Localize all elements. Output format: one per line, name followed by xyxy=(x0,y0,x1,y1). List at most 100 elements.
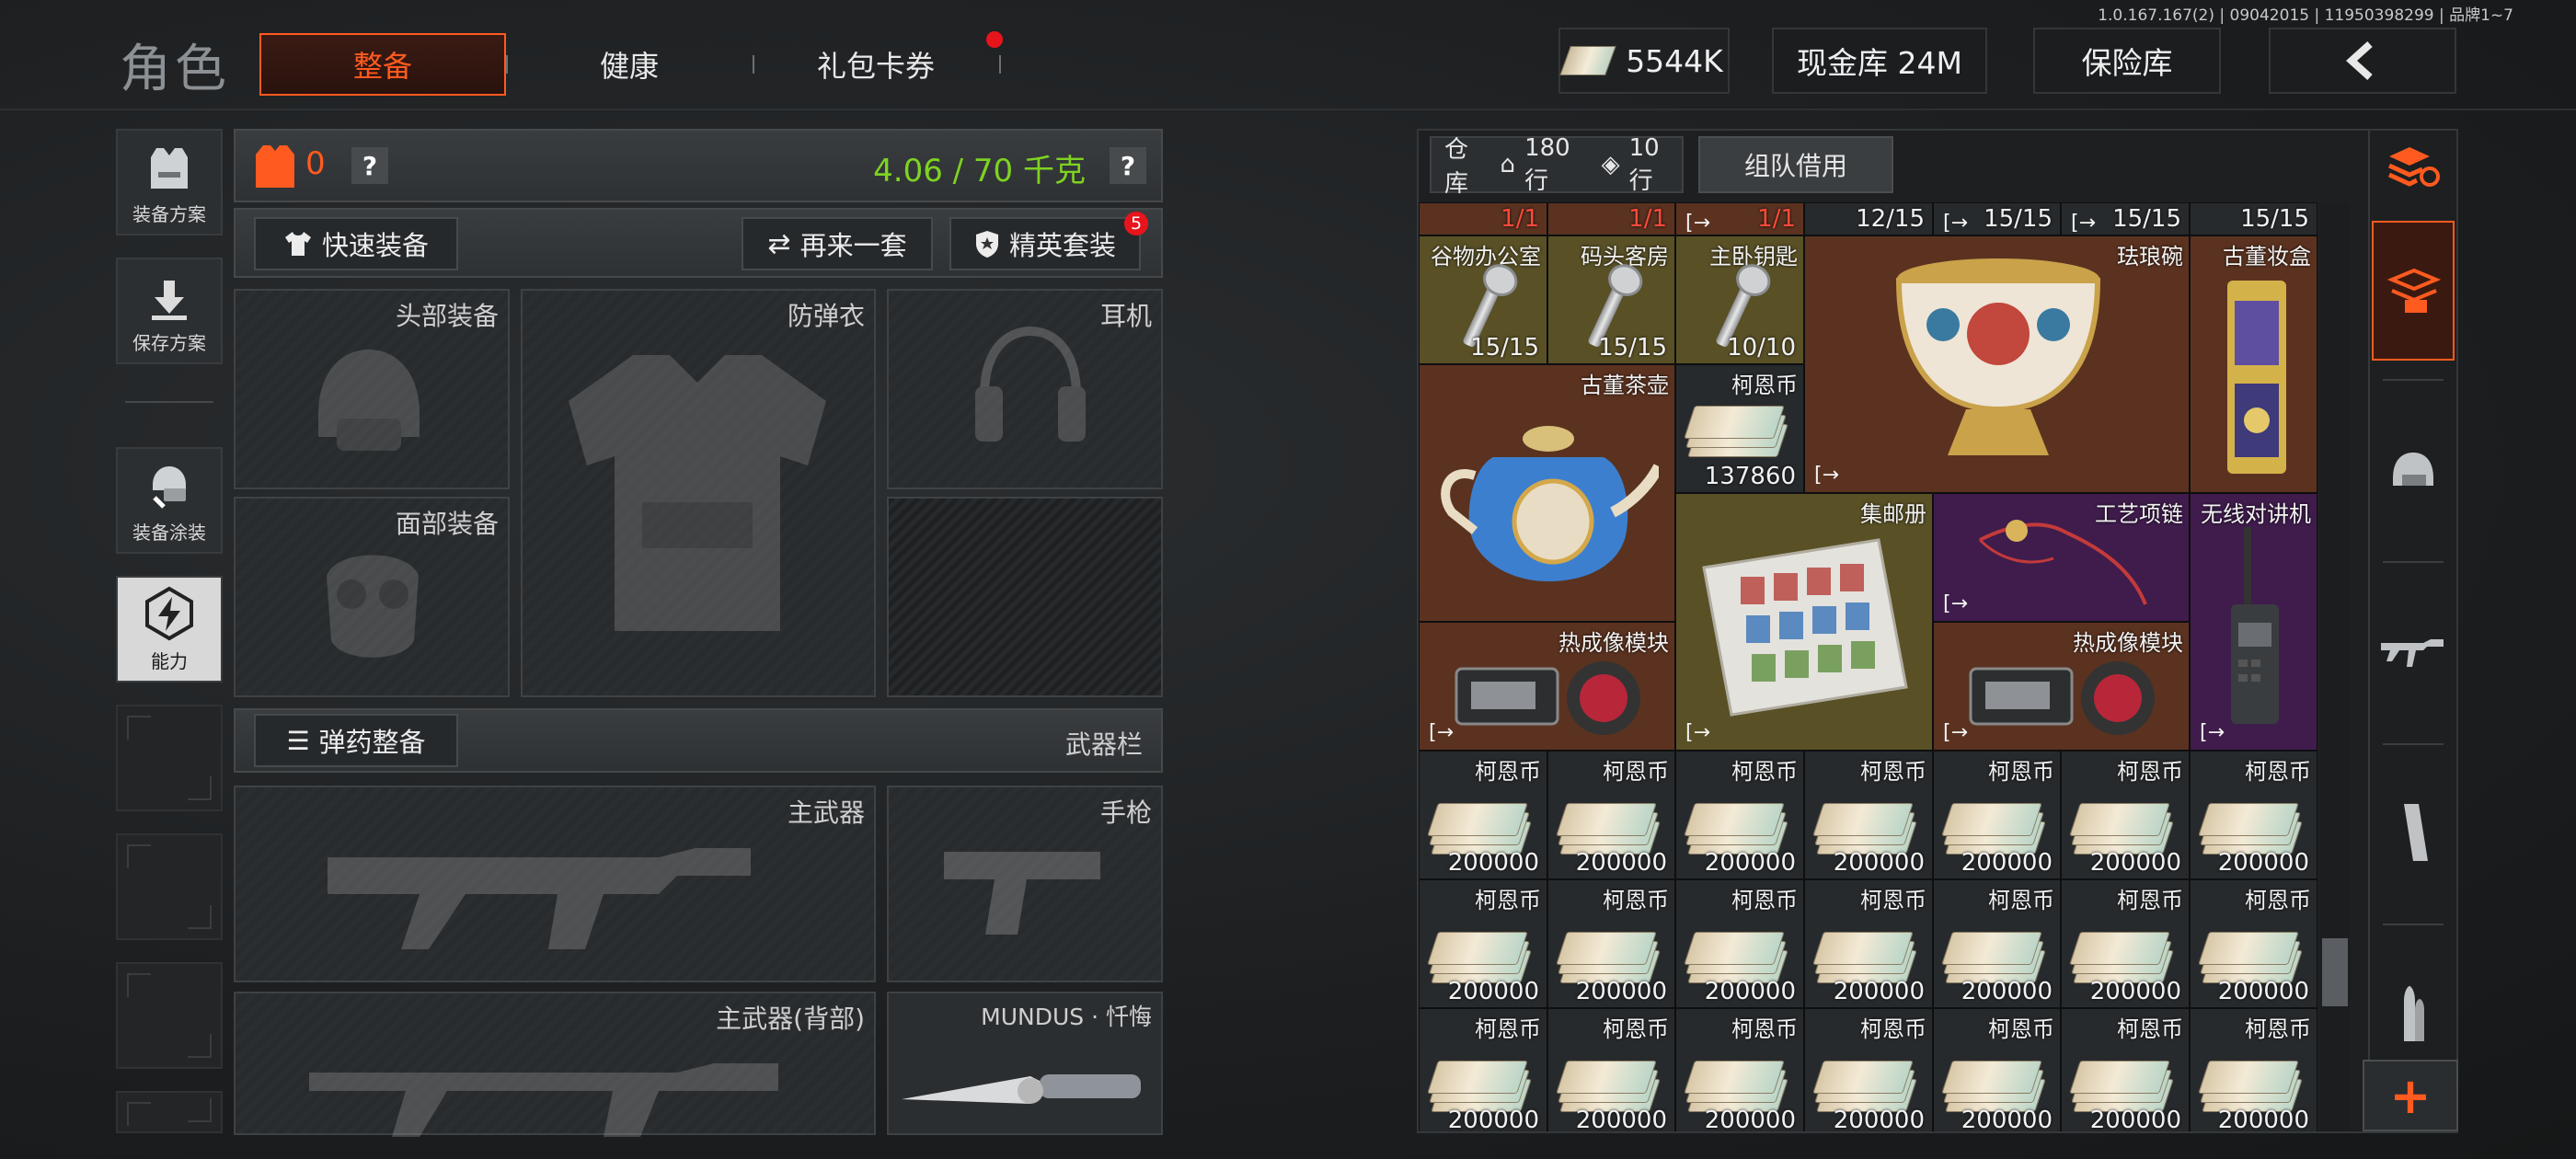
cash-stack-icon xyxy=(1427,1061,1532,1112)
stash-item-coin[interactable]: 柯恩币 200000 xyxy=(1933,1008,2061,1131)
melee-slot[interactable]: MUNDUS · 忏悔 xyxy=(887,992,1163,1135)
category-magazine[interactable] xyxy=(2372,791,2455,874)
stash-item-coin[interactable]: 柯恩币 200000 xyxy=(1804,1008,1933,1131)
insurance-vault-button[interactable]: 保险库 xyxy=(2033,28,2221,94)
stash-item-coin[interactable]: 柯恩币 200000 xyxy=(2190,879,2317,1008)
scrollbar-thumb[interactable] xyxy=(2322,938,2348,1006)
stash-item[interactable]: 15/15 xyxy=(2190,202,2317,235)
stash-item[interactable]: 1/1 xyxy=(1419,202,1547,235)
stash-item-coin[interactable]: 柯恩币 200000 xyxy=(2061,879,2190,1008)
stack-refresh-button[interactable] xyxy=(2372,125,2455,208)
stash-item-key[interactable]: 码头客房 15/15 xyxy=(1547,235,1675,364)
stash-scrollbar[interactable] xyxy=(2320,202,2350,1131)
stash-item-antique-box[interactable]: 古董妆盒 xyxy=(2190,235,2317,493)
stash-category-active[interactable] xyxy=(2372,221,2455,361)
another-set-button[interactable]: ⇄ 再来一套 xyxy=(742,217,933,270)
warehouse-tab[interactable]: 仓库 ⌂ 180行 ◈ 10行 xyxy=(1430,134,1684,198)
body-armor-icon xyxy=(569,355,826,631)
extract-icon: [→ xyxy=(1685,721,1711,744)
face-slot[interactable]: 面部装备 xyxy=(234,497,510,697)
stash-item[interactable]: 15/15 [→ xyxy=(1933,202,2061,235)
extract-icon: [→ xyxy=(1429,721,1455,744)
pistol-slot[interactable]: 手枪 xyxy=(887,786,1163,982)
another-set-label: 再来一套 xyxy=(799,230,907,261)
stash-item-coin[interactable]: 柯恩币 200000 xyxy=(1675,751,1804,879)
stash-item-coin[interactable]: 柯恩币 200000 xyxy=(1675,1008,1804,1131)
item-name: 柯恩币 xyxy=(2245,759,2311,785)
cash-stack-icon xyxy=(1812,803,1917,855)
earphone-slot[interactable]: 耳机 xyxy=(887,289,1163,489)
thermal-icon xyxy=(1455,661,1640,735)
stash-item-coin[interactable]: 柯恩币 200000 xyxy=(1419,879,1547,1008)
cash-stack-icon xyxy=(2198,1061,2303,1112)
stash-item-antique-teapot[interactable]: 古董茶壶 xyxy=(1419,364,1675,622)
stash-item[interactable]: 15/15 [→ xyxy=(2061,202,2190,235)
stash-item-coin[interactable]: 柯恩币 200000 xyxy=(1804,879,1933,1008)
gas-mask-icon xyxy=(327,555,419,658)
stash-item-stamp-album[interactable]: 集邮册 [→ xyxy=(1675,493,1933,751)
stash-item-coin[interactable]: 柯恩币 200000 xyxy=(2061,751,2190,879)
stash-item[interactable]: 1/1 [→ xyxy=(1675,202,1804,235)
stash-item-coin[interactable]: 柯恩币 200000 xyxy=(2190,1008,2317,1131)
stash-item-coin[interactable]: 柯恩币 200000 xyxy=(1419,1008,1547,1131)
sidebar-item-loadout-plan[interactable]: 装备方案 xyxy=(116,129,223,235)
item-count: 200000 xyxy=(1575,978,1667,1005)
stash-item-coin[interactable]: 柯恩币 200000 xyxy=(1675,879,1804,1008)
sidebar-item-paint[interactable]: 装备涂装 xyxy=(116,447,223,554)
team-borrow-tab[interactable]: 组队借用 xyxy=(1698,136,1893,193)
item-name: 柯恩币 xyxy=(2245,1016,2311,1042)
weight-help-button[interactable]: ? xyxy=(1110,147,1146,184)
armor-help-button[interactable]: ? xyxy=(351,147,388,184)
primary-weapon-label: 主武器 xyxy=(787,798,865,828)
cash-vault-button[interactable]: 现金库 24M xyxy=(1772,28,1987,94)
stash-item-coin[interactable]: 柯恩币 200000 xyxy=(1547,879,1675,1008)
item-count: 15/15 xyxy=(1598,334,1667,361)
ammo-equip-button[interactable]: ☰ 弹药整备 xyxy=(254,714,458,767)
tab-equip[interactable]: 整备 xyxy=(259,33,506,96)
add-category-button[interactable]: + xyxy=(2363,1060,2458,1131)
category-helmet[interactable] xyxy=(2372,429,2455,511)
stash-item-thermal-module[interactable]: 热成像模块 [→ xyxy=(1933,622,2190,751)
stash-item-coin[interactable]: 柯恩币 200000 xyxy=(1547,751,1675,879)
currency-display[interactable]: 5544K xyxy=(1558,28,1730,94)
cash-icon xyxy=(1559,46,1617,75)
home-icon: ⌂ xyxy=(1500,151,1516,178)
quick-equip-button[interactable]: 快速装备 xyxy=(254,217,458,270)
category-rifle[interactable] xyxy=(2372,611,2455,694)
stash-item[interactable]: 1/1 xyxy=(1547,202,1675,235)
elite-set-button[interactable]: 精英套装 xyxy=(949,217,1141,270)
warehouse-label: 仓库 xyxy=(1444,136,1469,198)
stash-item-key[interactable]: 谷物办公室 15/15 xyxy=(1419,235,1547,364)
primary-weapon-back-slot[interactable]: 主武器(背部) xyxy=(234,992,876,1137)
tab-gift-coupons[interactable]: 礼包卡券 xyxy=(753,33,999,96)
stash-item-radio[interactable]: 无线对讲机 [→ xyxy=(2190,493,2317,751)
stash-item-coin[interactable]: 柯恩币 200000 xyxy=(1933,879,2061,1008)
radio-icon xyxy=(2231,527,2279,724)
stash-item[interactable]: 12/15 xyxy=(1804,202,1933,235)
item-name: 古董茶壶 xyxy=(1581,373,1669,398)
stash-item-necklace[interactable]: 工艺项链 [→ xyxy=(1933,493,2190,622)
stash-item-coin[interactable]: 柯恩币 200000 xyxy=(1547,1008,1675,1131)
paint-icon xyxy=(153,466,186,509)
body-armor-slot[interactable]: 防弹衣 xyxy=(521,289,876,697)
stash-item-coin[interactable]: 柯恩币 137860 xyxy=(1675,364,1804,493)
stash-item-coin[interactable]: 柯恩币 200000 xyxy=(1804,751,1933,879)
item-name: 柯恩币 xyxy=(1603,888,1669,913)
sidebar-item-save-plan[interactable]: 保存方案 xyxy=(116,258,223,364)
primary-weapon-slot[interactable]: 主武器 xyxy=(234,786,876,982)
weapon-bar-label: 武器栏 xyxy=(1064,729,1143,760)
tab-health[interactable]: 健康 xyxy=(506,33,753,96)
cash-stack-icon xyxy=(1427,932,1532,983)
head-slot[interactable]: 头部装备 xyxy=(234,289,510,489)
shield-icon xyxy=(975,231,998,258)
stash-item-coin[interactable]: 柯恩币 200000 xyxy=(1933,751,2061,879)
stash-item-key[interactable]: 主卧钥匙 10/10 xyxy=(1675,235,1804,364)
back-button[interactable] xyxy=(2269,28,2456,94)
stash-item-coin[interactable]: 柯恩币 200000 xyxy=(2061,1008,2190,1131)
item-count: 15/15 xyxy=(2240,205,2309,233)
stash-item-coin[interactable]: 柯恩币 200000 xyxy=(1419,751,1547,879)
stash-item-thermal-module[interactable]: 热成像模块 [→ xyxy=(1419,622,1675,751)
sidebar-item-ability[interactable]: 能力 xyxy=(116,576,223,683)
category-ammo[interactable] xyxy=(2372,973,2455,1056)
stash-item-coin[interactable]: 柯恩币 200000 xyxy=(2190,751,2317,879)
